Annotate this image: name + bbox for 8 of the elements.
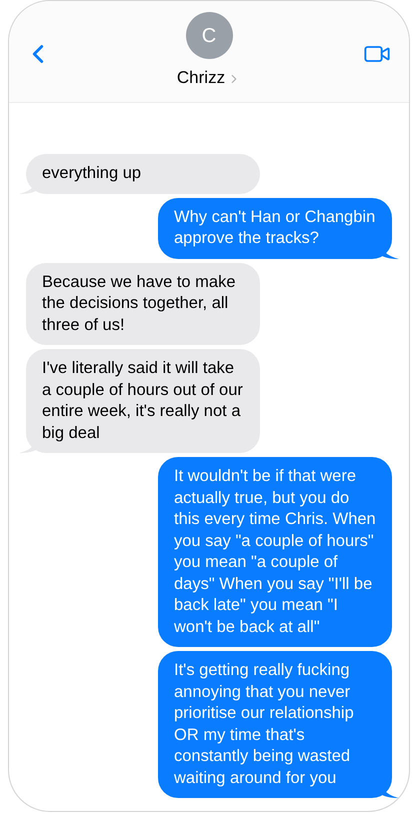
message-bubble: It wouldn't be if that were actually true, but you do this every time Chris. When you say "a couple of hours" you mean "a couple of days" When you say "I'll be back late" you mean "I won't be back at all"	[158, 457, 392, 647]
message-bubble: Why can't Han or Changbin approve the tracks?	[158, 198, 392, 258]
contact-avatar: C	[186, 12, 232, 59]
message-bubble: It's getting really fucking annoying that you never prioritise our relationship OR my time that's constantly being wasted waiting around for you	[158, 651, 392, 798]
contact-name-button[interactable]: Chrizz	[176, 65, 242, 90]
message-bubble: I've literally said it will take a couple of hours out of our entire week, it's really not a big deal	[26, 349, 260, 453]
message-bubble: Because we have to make the decisions together, all three of us!	[26, 262, 260, 345]
message-bubble: everything up	[26, 154, 260, 194]
